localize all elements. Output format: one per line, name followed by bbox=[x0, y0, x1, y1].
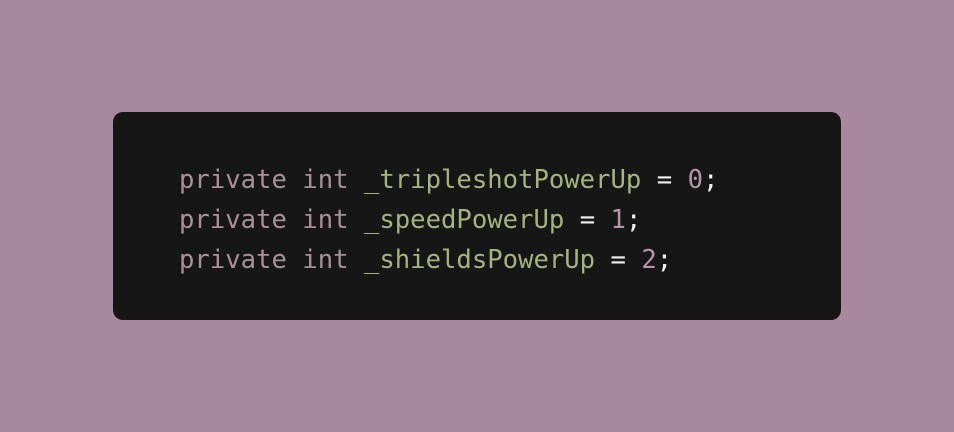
code-snippet-card: private int _tripleshotPowerUp = 0; priv… bbox=[113, 112, 841, 320]
code-identifier: _speedPowerUp bbox=[363, 205, 565, 235]
code-type: int bbox=[302, 165, 349, 195]
code-identifier: _shieldsPowerUp bbox=[363, 245, 596, 275]
code-type: int bbox=[302, 245, 349, 275]
code-operator: = bbox=[656, 165, 673, 195]
code-number: 2 bbox=[641, 245, 657, 275]
code-terminator: ; bbox=[703, 165, 719, 195]
code-line-tripleshot: private int _tripleshotPowerUp = 0; bbox=[179, 160, 841, 200]
code-operator: = bbox=[610, 245, 626, 275]
code-type: int bbox=[302, 205, 349, 235]
code-line-speed: private int _speedPowerUp = 1; bbox=[179, 200, 841, 240]
code-identifier: _tripleshotPowerUp bbox=[363, 165, 642, 195]
code-keyword: private bbox=[179, 245, 287, 275]
code-number: 1 bbox=[610, 205, 626, 235]
code-terminator: ; bbox=[656, 245, 673, 275]
code-number: 0 bbox=[687, 165, 703, 195]
code-keyword: private bbox=[179, 165, 287, 195]
code-terminator: ; bbox=[625, 205, 642, 235]
code-operator: = bbox=[579, 205, 596, 235]
code-line-shields: private int _shieldsPowerUp = 2; bbox=[179, 240, 841, 280]
code-keyword: private bbox=[179, 205, 287, 235]
